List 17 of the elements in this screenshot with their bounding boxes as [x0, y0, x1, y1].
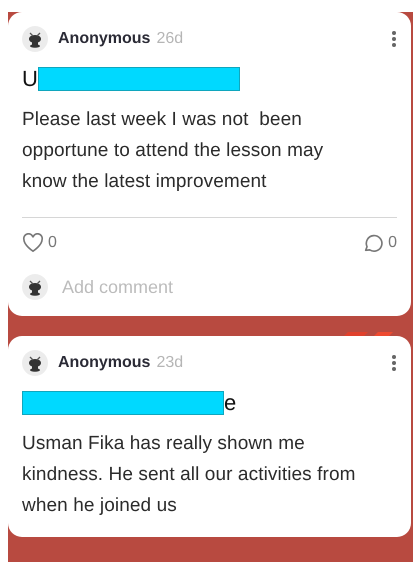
avatar-icon [22, 274, 48, 300]
avatar-icon [22, 350, 48, 376]
like-button[interactable]: 0 [22, 233, 57, 253]
post-body: Usman Fika has really shown me kindness. He sent all our activities from when he joined us [22, 432, 357, 518]
more-options-icon[interactable] [391, 354, 397, 372]
heart-icon [22, 233, 44, 253]
author-name: Anonymous [58, 30, 150, 48]
post-title: U [22, 66, 38, 92]
comment-button[interactable]: 0 [362, 232, 397, 254]
post-age: 23d [156, 354, 184, 372]
more-options-icon[interactable] [391, 30, 397, 48]
avatar-icon [22, 26, 48, 52]
author-name: Anonymous [58, 354, 150, 372]
post-age: 26d [156, 30, 184, 48]
speech-bubble-icon [362, 232, 384, 254]
post-title: e [224, 390, 236, 416]
post-body: Please last week I was not been opportune to attend the lesson may know the latest improvement [22, 108, 324, 194]
